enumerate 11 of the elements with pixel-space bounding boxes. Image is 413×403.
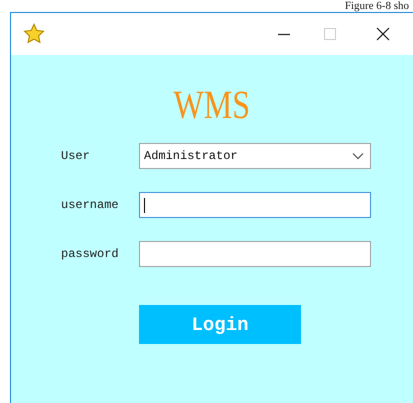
input-field[interactable] [139,241,371,267]
app-title: WMS [174,81,250,129]
field-label: username [61,198,120,212]
chevron-down-icon [352,152,364,160]
field-label: password [61,247,120,261]
close-icon[interactable] [376,27,390,41]
star-icon [23,23,45,45]
caption-text: Figure 6-8 sho [344,1,409,12]
user-dropdown[interactable]: Administrator [139,143,371,169]
input-field[interactable] [139,192,371,218]
field-label: User [61,149,91,163]
